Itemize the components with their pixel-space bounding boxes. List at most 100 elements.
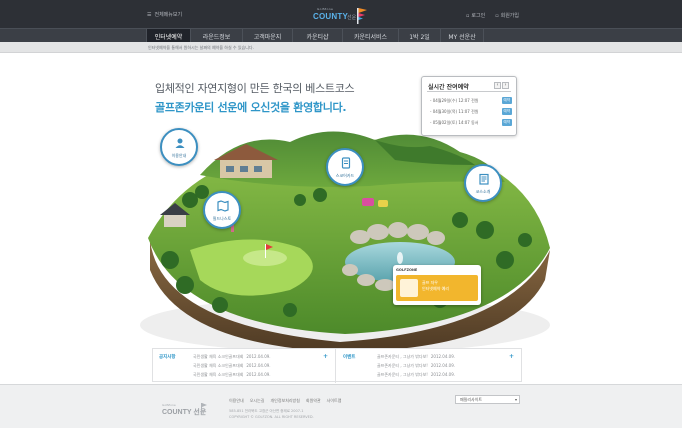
- divider: [427, 91, 511, 92]
- event-item-title: 골프존카운티 , 그냥가 밖다보!: [377, 372, 428, 377]
- notice-item[interactable]: 국민생활 체육 소크인골프대회 2012.04.09.: [193, 354, 271, 360]
- gnb-item-round-info[interactable]: 라운드정보: [190, 29, 242, 43]
- reservation-row: - 05월02일(토) 14:07 동서 예약: [430, 119, 512, 126]
- event-heading: 이벤트: [343, 355, 356, 360]
- reserve-button[interactable]: 예약: [501, 97, 512, 104]
- reservation-row-text: - 04월30일(목) 11:07 전원: [430, 108, 479, 114]
- event-item-title: 골프존카운티 , 그냥가 밖다보!: [377, 363, 428, 368]
- gnb-item-my[interactable]: MY 선운산: [440, 29, 484, 43]
- user-icon: ▫: [495, 12, 499, 19]
- lock-icon: ▫: [466, 12, 470, 19]
- footer-link-privacy[interactable]: 개인정보처리방침: [270, 398, 299, 404]
- gnb-item-stay[interactable]: 1박 2일: [398, 29, 440, 43]
- reservation-row-text: - 05월02일(토) 14:07 동서: [430, 119, 479, 125]
- login-label: 로그인: [471, 13, 486, 19]
- notice-item-date: 2012.04.09.: [246, 372, 271, 377]
- event-item[interactable]: 골프존카운티 , 그냥가 밖다보! 2012.04.09.: [377, 363, 455, 369]
- footer-link-directions[interactable]: 오시는길: [250, 398, 265, 404]
- flag-icon: [201, 403, 207, 415]
- notice-item-title: 국민생활 체육 소크인골프대회: [193, 372, 244, 377]
- footer-address: 585-851 전라북도 고창군 아산면 중제로 2007-1 COPYRIGH…: [229, 408, 314, 420]
- promo-card[interactable]: GOLFZONE 골프 자우 인터넷예약 예리: [393, 265, 481, 305]
- notice-board: 공지사항 + 국민생활 체육 소크인골프대회 2012.04.09. 국민생활 …: [153, 349, 336, 383]
- event-board: 이벤트 + 골프존카운티 , 그냥가 밖다보! 2012.04.09. 골프존카…: [337, 349, 521, 383]
- all-menu-link[interactable]: ☰ 전체메뉴보기: [147, 11, 183, 19]
- scorecard-icon: [341, 157, 351, 169]
- hero-welcome: 골프존카운티 선운에 오신것을 환영합니다.: [155, 101, 347, 114]
- prev-arrow-icon[interactable]: ‹: [494, 82, 501, 89]
- top-utility-bar: ☰ 전체메뉴보기 GolfZone COUNTY 선운 ▫ 로그인 ▫ 회원가입: [0, 0, 682, 28]
- login-link[interactable]: ▫ 로그인: [466, 12, 486, 20]
- promo-banner: 골프 자우 인터넷예약 예리: [396, 275, 478, 301]
- notice-item-title: 국민생활 체육 소크인골프대회: [193, 363, 244, 368]
- gnb-item-service[interactable]: 카운티서비스: [342, 29, 398, 43]
- footer-logo: GolfZone COUNTY 선운: [162, 403, 207, 417]
- gnb-item-customer[interactable]: 고객마운지: [242, 29, 292, 43]
- scorecard-label: 스코어카드: [335, 173, 355, 178]
- join-link[interactable]: ▫ 회원가입: [495, 12, 519, 20]
- reservation-title: 실시간 잔여예약: [428, 84, 469, 91]
- reserve-button[interactable]: 예약: [501, 108, 512, 115]
- footer: GolfZone COUNTY 선운 이용안내 오시는길 개인정보처리방침 회원…: [0, 384, 682, 428]
- sub-description: 인터넷예약을 통해서 원하시는 날짜의 예약을 하실 수 있습니다.: [148, 45, 254, 50]
- notice-item[interactable]: 국민생활 체육 소크인골프대회 2012.04.09.: [193, 363, 271, 369]
- next-arrow-icon[interactable]: ›: [502, 82, 509, 89]
- footer-copyright: COPYRIGHT © GOLFZON. ALL RIGHT RESERVED.: [229, 415, 314, 419]
- flag-icon: [357, 8, 367, 24]
- footer-links: 이용안내 오시는길 개인정보처리방침 회원약관 사이트맵: [229, 398, 341, 404]
- usage-guide-bubble[interactable]: 이용안내: [160, 128, 198, 166]
- promo-thumbnail: [400, 279, 418, 297]
- usage-guide-label: 이용안내: [171, 153, 187, 158]
- promo-card-title: GOLFZONE: [396, 268, 418, 272]
- footer-link-sitemap[interactable]: 사이트맵: [327, 398, 342, 404]
- event-item-date: 2012.04.09.: [430, 363, 456, 368]
- promo-text-line2: 인터넷예약 예리: [422, 286, 450, 291]
- board-preview: 공지사항 + 국민생활 체육 소크인골프대회 2012.04.09. 국민생활 …: [152, 348, 522, 383]
- course-intro-bubble[interactable]: 코스소개: [464, 164, 502, 202]
- logo-brand-main: COUNTY: [313, 12, 348, 21]
- gnb-item-reservation[interactable]: 인터넷예약: [146, 29, 190, 43]
- notice-item-date: 2012.04.09.: [246, 354, 271, 359]
- sub-description-bar: 인터넷예약을 통해서 원하시는 날짜의 예약을 하실 수 있습니다.: [0, 42, 682, 53]
- event-item-title: 골프존카운티 , 그냥가 밖다보!: [377, 354, 428, 359]
- footer-link-terms[interactable]: 회원약관: [306, 398, 321, 404]
- reserve-button[interactable]: 예약: [501, 119, 512, 126]
- map-icon: [217, 200, 229, 212]
- notice-item-date: 2012.04.09.: [246, 363, 271, 368]
- logo-brand-small: GolfZone: [317, 7, 334, 11]
- reservation-row: - 04월29일(수) 12:07 전원 예약: [430, 97, 512, 104]
- site-logo[interactable]: GolfZone COUNTY 선운: [313, 6, 369, 24]
- reservation-row: - 04월30일(목) 11:07 전원 예약: [430, 108, 512, 115]
- document-icon: [479, 173, 489, 185]
- util-right: ▫ 로그인 ▫ 회원가입: [466, 12, 519, 20]
- reservation-row-text: - 04월29일(수) 12:07 전원: [430, 97, 479, 103]
- event-item-date: 2012.04.09.: [430, 372, 456, 377]
- event-item-date: 2012.04.09.: [430, 354, 456, 359]
- event-item[interactable]: 골프존카운티 , 그냥가 밖다보! 2012.04.09.: [377, 354, 455, 360]
- event-item[interactable]: 골프존카운티 , 그냥가 밖다보! 2012.04.09.: [377, 372, 455, 378]
- notice-item[interactable]: 국민생활 체육 소크인골프대회 2012.04.09.: [193, 372, 271, 378]
- field-story-bubble[interactable]: 필드나스토: [203, 191, 241, 229]
- footer-link-guide[interactable]: 이용안내: [229, 398, 244, 404]
- gnb-item-shop[interactable]: 카운티샵: [292, 29, 342, 43]
- notice-heading: 공지사항: [159, 355, 176, 360]
- hero-title: 입체적인 자연지형이 만든 한국의 베스트코스 골프존카운티 선운에 오신것을 …: [155, 80, 355, 115]
- reservation-pager: ‹ ›: [494, 82, 509, 89]
- join-label: 회원가입: [500, 13, 519, 19]
- course-intro-label: 코스소개: [475, 189, 491, 194]
- event-more-button[interactable]: +: [509, 353, 514, 360]
- all-menu-label: 전체메뉴보기: [154, 12, 183, 18]
- realtime-reservation-card: 실시간 잔여예약 ‹ › - 04월29일(수) 12:07 전원 예약 - 0…: [421, 76, 517, 136]
- notice-more-button[interactable]: +: [323, 353, 328, 360]
- notice-item-title: 국민생활 체육 소크인골프대회: [193, 354, 244, 359]
- person-info-icon: [175, 138, 185, 148]
- promo-text: 골프 자우 인터넷예약 예리: [422, 280, 449, 292]
- family-site-select[interactable]: 패밀리사이트 ▾: [455, 395, 520, 404]
- scorecard-bubble[interactable]: 스코어카드: [326, 148, 364, 186]
- chevron-down-icon: ▾: [514, 397, 517, 402]
- hero-headline: 입체적인 자연지형이 만든 한국의 베스트코스: [155, 82, 355, 95]
- field-story-label: 필드나스토: [212, 216, 232, 221]
- global-navigation: 인터넷예약 라운드정보 고객마운지 카운티샵 카운티서비스 1박 2일 MY 선…: [0, 28, 682, 43]
- family-site-label: 패밀리사이트: [460, 397, 483, 402]
- menu-icon: ☰: [147, 11, 152, 18]
